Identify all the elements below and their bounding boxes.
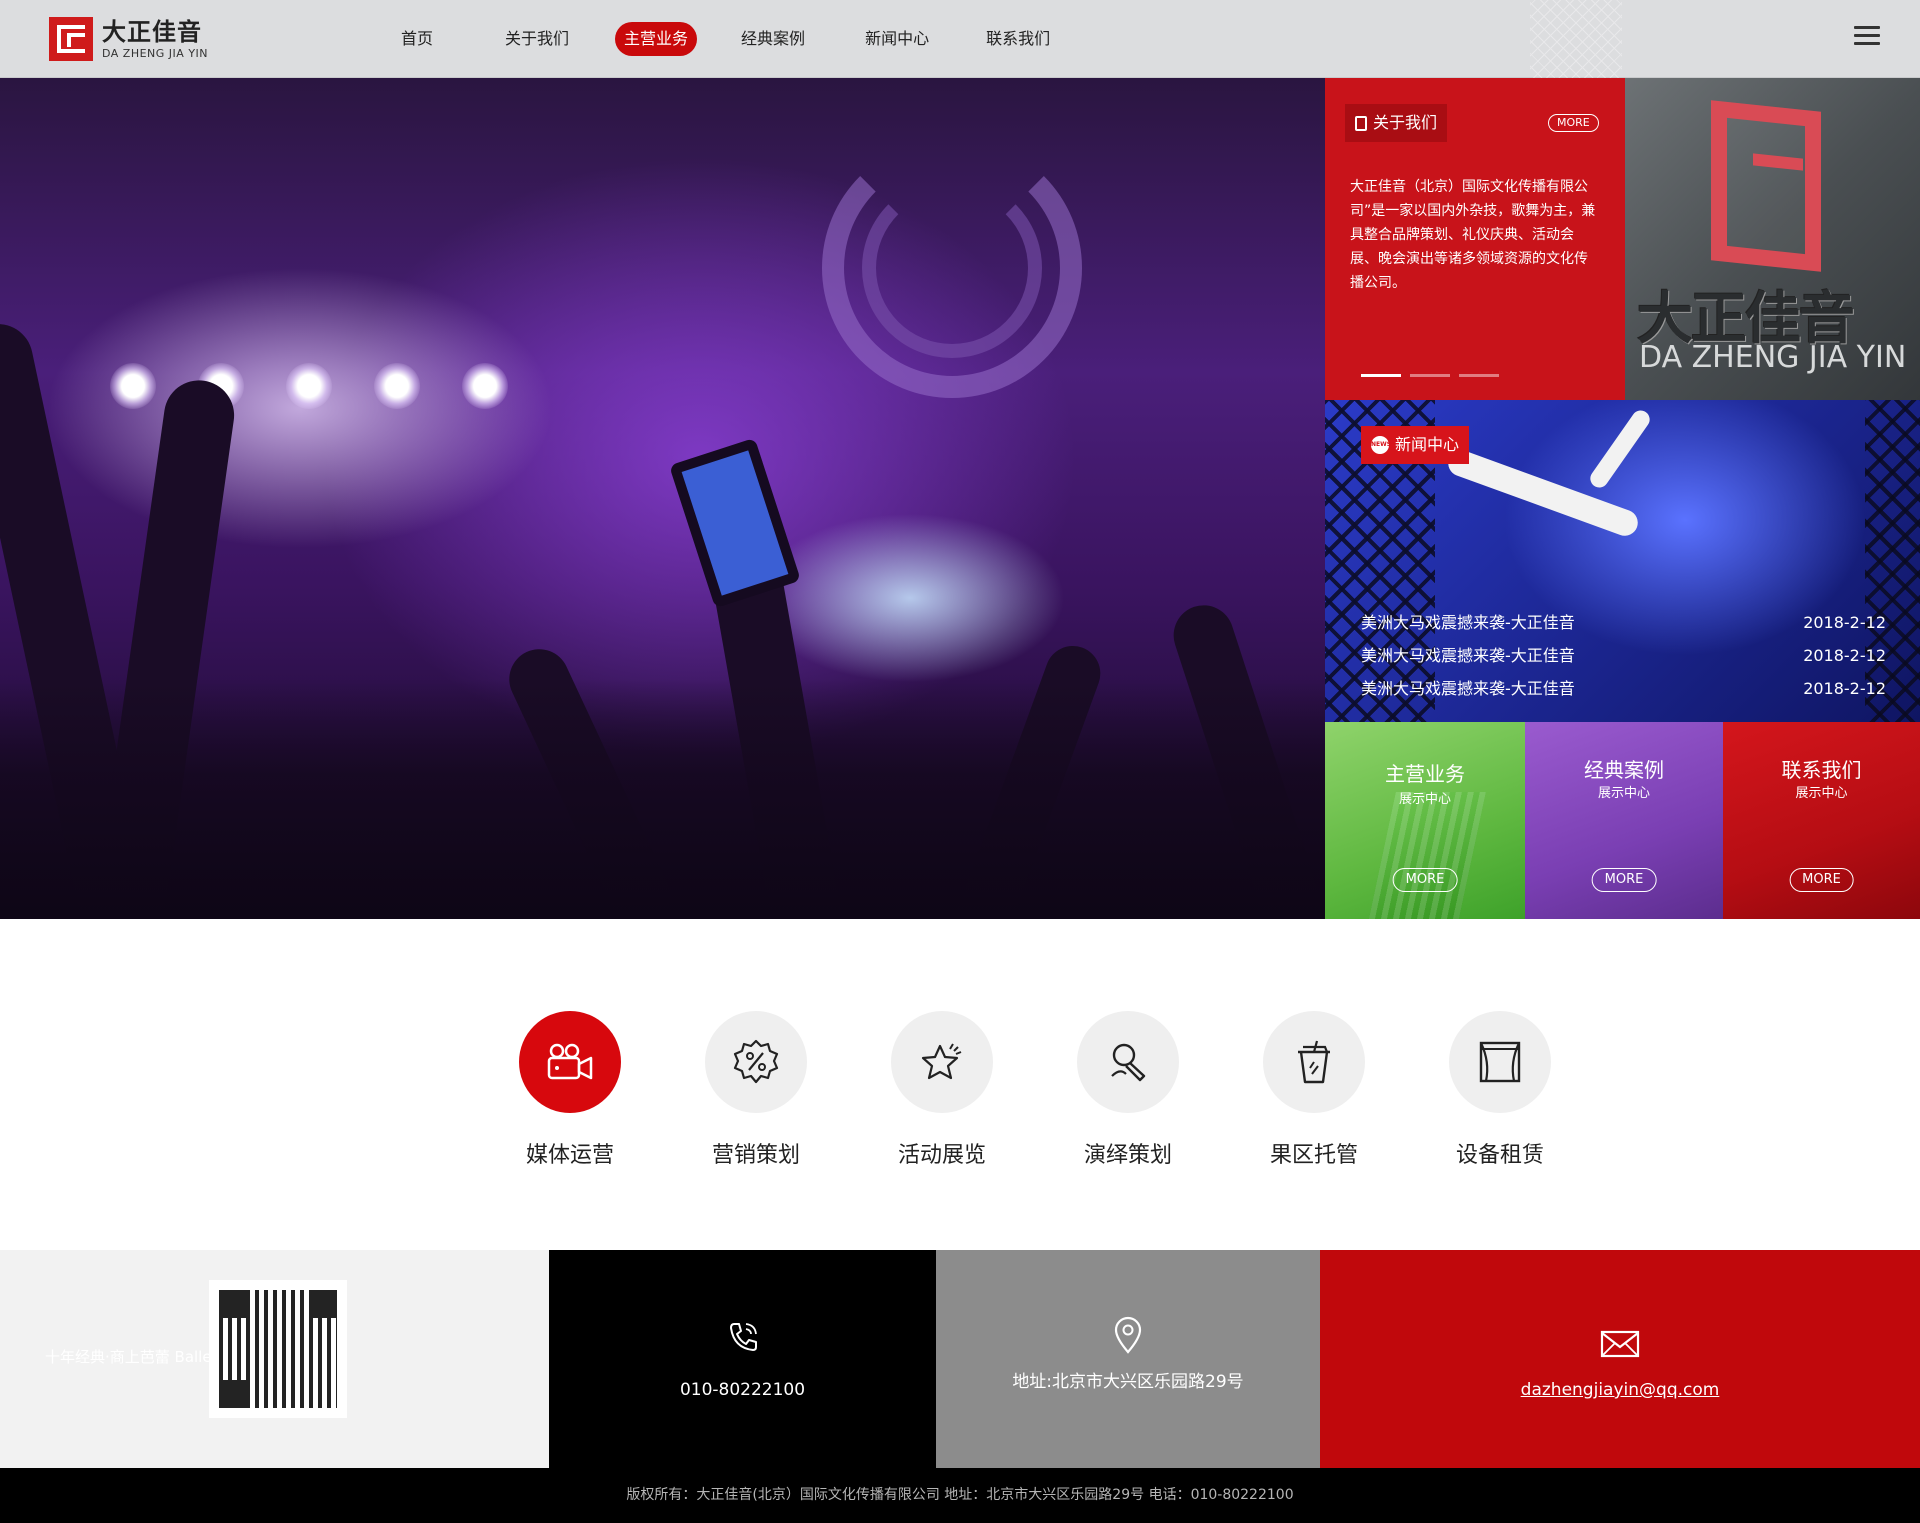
service-exhibition[interactable]: 活动展览 — [891, 1011, 1077, 1169]
nav-item-about[interactable]: 关于我们 — [496, 22, 578, 56]
service-icon-circle[interactable] — [519, 1011, 621, 1113]
services-row: 媒体运营 营销策划 活动展览 演绎策划 果区托管 设备租赁 — [519, 1011, 1635, 1169]
service-label: 营销策划 — [711, 1143, 800, 1168]
contact-email-block: dazhengjiayin@qq.com — [1320, 1250, 1920, 1468]
news-item[interactable]: 美洲大马戏震撼来袭-大正佳音 2018-2-12 — [1361, 606, 1886, 639]
site-header: 大正佳音 DA ZHENG JIA YIN 首页 关于我们 主营业务 经典案例 … — [0, 0, 1920, 78]
news-tag[interactable]: NEWS 新闻中心 — [1361, 426, 1470, 464]
header-truss-decoration — [1530, 0, 1622, 78]
slide-indicator[interactable] — [1361, 374, 1401, 377]
site-footer: 版权所有：大正佳音(北京）国际文化传播有限公司 地址：北京市大兴区乐园路29号 … — [0, 1468, 1920, 1523]
feature-tiles: 主营业务 展示中心 MORE 经典案例 展示中心 MORE 联系我们 展示中心 … — [1325, 722, 1920, 919]
service-icon-circle[interactable] — [1263, 1011, 1365, 1113]
tile-business[interactable]: 主营业务 展示中心 MORE — [1325, 722, 1525, 919]
service-label: 果区托管 — [1269, 1143, 1358, 1168]
service-fruit-area[interactable]: 果区托管 — [1263, 1011, 1449, 1169]
about-tag[interactable]: 关于我们 — [1345, 104, 1448, 142]
news-item-date: 2018-2-12 — [1803, 646, 1886, 665]
contact-address-block: 地址:北京市大兴区乐园路29号 — [936, 1250, 1320, 1468]
service-performance[interactable]: 演绎策划 — [1077, 1011, 1263, 1169]
cup-icon — [1298, 1040, 1330, 1084]
tile-more-button[interactable]: MORE — [1392, 868, 1458, 892]
tile-title: 经典案例 — [1584, 758, 1664, 782]
video-camera-icon — [547, 1043, 593, 1080]
service-icon-circle[interactable] — [891, 1011, 993, 1113]
logo-name-cn: 大正佳音 — [102, 17, 202, 46]
news-item-title: 美洲大马戏震撼来袭-大正佳音 — [1361, 613, 1575, 632]
star-icon — [921, 1043, 962, 1080]
tile-title: 联系我们 — [1781, 758, 1862, 782]
news-panel: NEWS 新闻中心 美洲大马戏震撼来袭-大正佳音 2018-2-12 美洲大马戏… — [1325, 400, 1920, 722]
about-tag-label: 关于我们 — [1373, 113, 1438, 132]
document-icon — [1355, 115, 1367, 131]
news-item-date: 2018-2-12 — [1803, 613, 1886, 632]
microphone-icon — [1111, 1043, 1146, 1082]
news-item-title: 美洲大马戏震撼来袭-大正佳音 — [1361, 646, 1575, 665]
tile-subtitle: 展示中心 — [1795, 786, 1848, 801]
brand-logo-mark-icon — [1711, 100, 1823, 272]
tile-cases[interactable]: 经典案例 展示中心 MORE — [1525, 722, 1723, 919]
contact-phone-block: 010-80222100 — [549, 1250, 936, 1468]
location-pin-icon — [1114, 1316, 1142, 1354]
news-item-date: 2018-2-12 — [1803, 679, 1886, 698]
mail-icon — [1600, 1330, 1640, 1358]
stage-curtain-icon — [1479, 1041, 1521, 1083]
tile-title: 主营业务 — [1385, 762, 1465, 786]
news-item-title: 美洲大马戏震撼来袭-大正佳音 — [1361, 679, 1575, 698]
about-more-button[interactable]: MORE — [1548, 114, 1599, 132]
contact-band: 十年经典·商上芭蕾 Ballet for business 010-802221… — [0, 1250, 1920, 1468]
percent-badge-icon — [733, 1039, 779, 1084]
nav-item-contact[interactable]: 联系我们 — [977, 22, 1059, 56]
phone-icon — [729, 1323, 757, 1351]
slide-indicator[interactable] — [1459, 374, 1499, 377]
about-slide-indicators — [1361, 374, 1508, 377]
nav-item-home[interactable]: 首页 — [392, 22, 442, 56]
site-logo[interactable]: 大正佳音 DA ZHENG JIA YIN — [49, 17, 208, 61]
contact-qr-block: 十年经典·商上芭蕾 Ballet for business — [0, 1250, 549, 1468]
logo-mark-icon — [49, 17, 93, 61]
about-panel: 关于我们 MORE 大正佳音（北京）国际文化传播有限公司”是一家以国内外杂技，歌… — [1325, 78, 1625, 400]
service-label: 演绎策划 — [1083, 1143, 1172, 1168]
tile-subtitle: 展示中心 — [1398, 792, 1451, 807]
contact-phone: 010-80222100 — [679, 1380, 806, 1400]
service-media[interactable]: 媒体运营 — [519, 1011, 705, 1169]
news-tag-label: 新闻中心 — [1395, 435, 1460, 454]
acrobat-decoration — [1586, 406, 1654, 492]
about-description: 大正佳音（北京）国际文化传播有限公司”是一家以国内外杂技，歌舞为主，兼具整合品牌… — [1350, 179, 1596, 291]
hero-slider[interactable] — [0, 78, 1325, 919]
tile-more-button[interactable]: MORE — [1789, 868, 1854, 892]
main-nav: 首页 关于我们 主营业务 经典案例 新闻中心 联系我们 — [392, 22, 1059, 56]
service-label: 活动展览 — [897, 1143, 986, 1168]
logo-name-en: DA ZHENG JIA YIN — [102, 46, 209, 60]
logo-text: 大正佳音 DA ZHENG JIA YIN — [102, 20, 208, 59]
news-list: 美洲大马戏震撼来袭-大正佳音 2018-2-12 美洲大马戏震撼来袭-大正佳音 … — [1361, 606, 1886, 705]
service-icon-circle[interactable] — [1449, 1011, 1551, 1113]
tile-contact[interactable]: 联系我们 展示中心 MORE — [1723, 722, 1920, 919]
news-item[interactable]: 美洲大马戏震撼来袭-大正佳音 2018-2-12 — [1361, 672, 1886, 705]
crowd-silhouette — [0, 679, 1325, 919]
service-marketing[interactable]: 营销策划 — [705, 1011, 891, 1169]
hamburger-menu-icon[interactable] — [1854, 26, 1880, 46]
contact-address: 地址:北京市大兴区乐园路29号 — [1012, 1372, 1244, 1392]
contact-email-link[interactable]: dazhengjiayin@qq.com — [1320, 1380, 1920, 1400]
service-rental[interactable]: 设备租赁 — [1449, 1011, 1635, 1169]
news-item[interactable]: 美洲大马戏震撼来袭-大正佳音 2018-2-12 — [1361, 639, 1886, 672]
brand-panel-name-en: DA ZHENG JIA YIN — [1639, 340, 1907, 375]
service-label: 媒体运营 — [525, 1143, 614, 1168]
service-icon-circle[interactable] — [1077, 1011, 1179, 1113]
slide-indicator[interactable] — [1410, 374, 1450, 377]
nav-item-news[interactable]: 新闻中心 — [856, 22, 938, 56]
nav-item-business[interactable]: 主营业务 — [615, 22, 698, 56]
brand-image-panel: 大正佳音 DA ZHENG JIA YIN — [1625, 78, 1920, 400]
nav-item-cases[interactable]: 经典案例 — [732, 22, 814, 56]
service-label: 设备租赁 — [1455, 1143, 1544, 1168]
stage-ring-inner-decoration — [862, 178, 1042, 358]
building-decoration — [1366, 792, 1486, 919]
tile-subtitle: 展示中心 — [1597, 786, 1650, 801]
tile-more-button[interactable]: MORE — [1591, 868, 1657, 892]
raised-phone-decoration — [669, 437, 801, 609]
service-icon-circle[interactable] — [705, 1011, 807, 1113]
qr-code — [209, 1280, 347, 1418]
news-globe-icon: NEWS — [1371, 436, 1391, 454]
